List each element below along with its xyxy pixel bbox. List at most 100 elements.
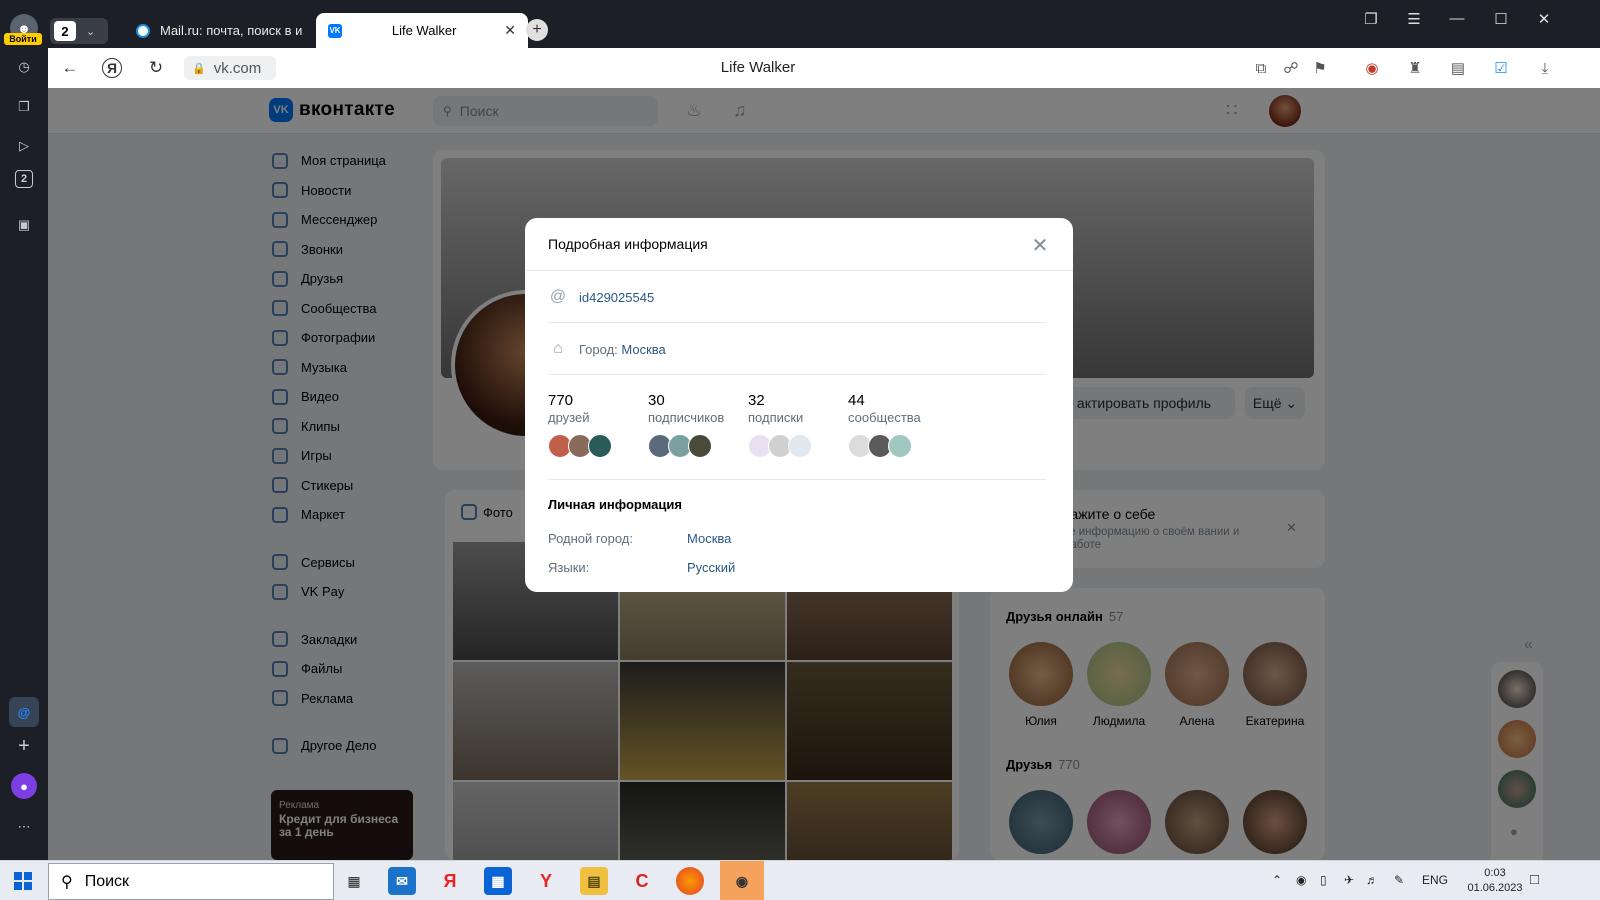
stat-followers[interactable]: 30 подписчиков (648, 392, 748, 458)
translate-icon[interactable]: ⧉ (1251, 58, 1271, 78)
divider (548, 374, 1046, 375)
stat-communities[interactable]: 44 сообщества (848, 392, 948, 458)
city-row: ⌂ Город: Москва (548, 340, 1046, 358)
search-icon: ⚲ (61, 873, 73, 891)
clock[interactable]: 0:03 01.06.2023 (1460, 866, 1530, 896)
personal-info-title: Личная информация (548, 497, 682, 512)
windows-start-icon[interactable] (14, 872, 32, 890)
new-tab-button[interactable]: + (526, 19, 548, 41)
browser-sidebar: ☻ Войти ◷ ❐ ▷ 2 ▣ @ + ● ⋯ (0, 0, 48, 860)
screenshot-icon[interactable]: ▣ (9, 210, 39, 240)
more-icon[interactable]: ⋯ (9, 812, 39, 842)
maximize-icon[interactable]: ☐ (1486, 10, 1516, 28)
stat-number: 30 (648, 392, 665, 409)
tab-title: Life Walker (391, 23, 457, 38)
alice-icon[interactable]: ● (11, 773, 37, 799)
close-window-icon[interactable]: ✕ (1529, 10, 1559, 28)
collections-icon[interactable]: ▤ (1448, 58, 1468, 78)
tab-vk[interactable]: VK Life Walker ✕ (316, 13, 528, 48)
hometown-link[interactable]: Москва (687, 531, 731, 546)
extension-icon[interactable]: ♜ (1405, 58, 1425, 78)
stat-label: подписчиков (648, 410, 725, 425)
stat-avatars (848, 434, 948, 458)
modal-header: Подробная информация ✕ (525, 218, 1073, 271)
minimize-icon[interactable]: — (1442, 10, 1472, 27)
bookmark-icon[interactable]: ⚑ (1310, 58, 1330, 78)
clock-time: 0:03 (1484, 867, 1506, 879)
tab-title: Mail.ru: почта, поиск в интернете (160, 23, 302, 38)
stat-subscriptions[interactable]: 32 подписки (748, 392, 848, 458)
profile-id-link[interactable]: id429025545 (579, 290, 654, 305)
stat-avatars (748, 434, 848, 458)
mailru-favicon-icon (136, 23, 150, 38)
yandex-app-icon[interactable]: Я (436, 867, 464, 895)
extension-avatar-icon[interactable]: ◉ (1362, 58, 1382, 78)
languages-row: Языки: Русский (548, 560, 735, 575)
hometown-label: Родной город: (548, 531, 633, 546)
divider (548, 322, 1046, 323)
extension-check-icon[interactable]: ☑ (1491, 58, 1511, 78)
stat-number: 44 (848, 392, 865, 409)
taskbar-search-placeholder: Поиск (84, 872, 130, 890)
history-icon[interactable]: ◷ (9, 52, 39, 82)
battery-icon[interactable]: ▯ (1320, 873, 1327, 887)
download-icon[interactable]: ⤓ (1535, 58, 1555, 78)
taskbar-search-input[interactable]: ⚲ Поиск (48, 863, 334, 900)
close-tab-icon[interactable]: ✕ (504, 22, 516, 39)
hometown-row: Родной город: Москва (548, 531, 731, 546)
avatar (788, 434, 812, 458)
avatar (688, 434, 712, 458)
languages-link[interactable]: Русский (687, 560, 735, 575)
language-indicator[interactable]: ENG (1422, 873, 1448, 887)
task-view-icon[interactable]: ▦ (340, 867, 368, 895)
add-panel-icon[interactable]: + (9, 731, 39, 761)
languages-label: Языки: (548, 560, 590, 575)
vk-favicon-icon: VK (328, 23, 342, 38)
collections-icon[interactable]: ❐ (9, 92, 39, 122)
menu-icon[interactable]: ☰ (1399, 10, 1429, 28)
taskbar: ⚲ Поиск ▦ ✉ Я ▦ Y ▤ C ◉ ⌃ ◉ ▯ ✈ ♬ ✎ ENG … (0, 860, 1600, 900)
tab-bar: 2 ⌄ Mail.ru: почта, поиск в интернете VK… (48, 0, 1600, 48)
volume-icon[interactable]: ♬ (1366, 873, 1378, 887)
city-link[interactable]: Москва (621, 342, 665, 357)
avatar (888, 434, 912, 458)
network-icon[interactable]: ◉ (1296, 873, 1306, 887)
stat-avatars (548, 434, 648, 458)
mail-at-icon[interactable]: @ (9, 697, 39, 727)
notifications-icon[interactable]: □ (1530, 871, 1539, 888)
yandex-browser-icon[interactable]: Y (532, 867, 560, 895)
tab-mailru[interactable]: Mail.ru: почта, поиск в интернете (124, 13, 314, 48)
login-label[interactable]: Войти (4, 33, 42, 45)
stat-friends[interactable]: 770 друзей (548, 392, 648, 458)
tab-group-button[interactable]: 2 ⌄ (50, 18, 108, 44)
chevron-up-icon[interactable]: ⌃ (1272, 873, 1282, 887)
ccleaner-icon[interactable]: C (628, 867, 656, 895)
eye-app-icon[interactable]: ◉ (720, 861, 764, 900)
details-modal: Подробная информация ✕ @ id429025545 ⌂ Г… (525, 218, 1073, 592)
tabs-count-icon[interactable]: 2 (15, 170, 33, 188)
divider (548, 479, 1046, 480)
tab-count: 2 (54, 21, 76, 41)
close-icon[interactable]: ✕ (1027, 232, 1053, 258)
id-row: @ id429025545 (548, 288, 1046, 306)
protect-icon[interactable]: ☍ (1281, 58, 1301, 78)
mail-app-icon[interactable]: ✉ (388, 867, 416, 895)
stat-label: друзей (548, 410, 590, 425)
file-explorer-icon[interactable]: ▤ (580, 867, 608, 895)
stat-label: подписки (748, 410, 804, 425)
address-bar: ← Я ↻ 🔒 vk.com Life Walker ⧉ ☍ ⚑ ◉ ♜ ▤ ☑… (48, 48, 1600, 88)
clock-date: 01.06.2023 (1467, 882, 1523, 894)
city-label: Город: (579, 341, 618, 357)
store-app-icon[interactable]: ▦ (484, 867, 512, 895)
stat-avatars (648, 434, 748, 458)
firefox-icon[interactable] (676, 867, 704, 895)
chevron-down-icon: ⌄ (86, 25, 96, 38)
bookmarks-window-icon[interactable]: ❐ (1356, 10, 1386, 28)
stat-number: 770 (548, 392, 574, 409)
airplane-icon[interactable]: ✈ (1344, 873, 1354, 887)
pen-icon[interactable]: ✎ (1394, 873, 1404, 887)
avatar (588, 434, 612, 458)
stat-label: сообщества (848, 410, 921, 425)
video-icon[interactable]: ▷ (9, 131, 39, 161)
home-icon: ⌂ (553, 340, 563, 357)
